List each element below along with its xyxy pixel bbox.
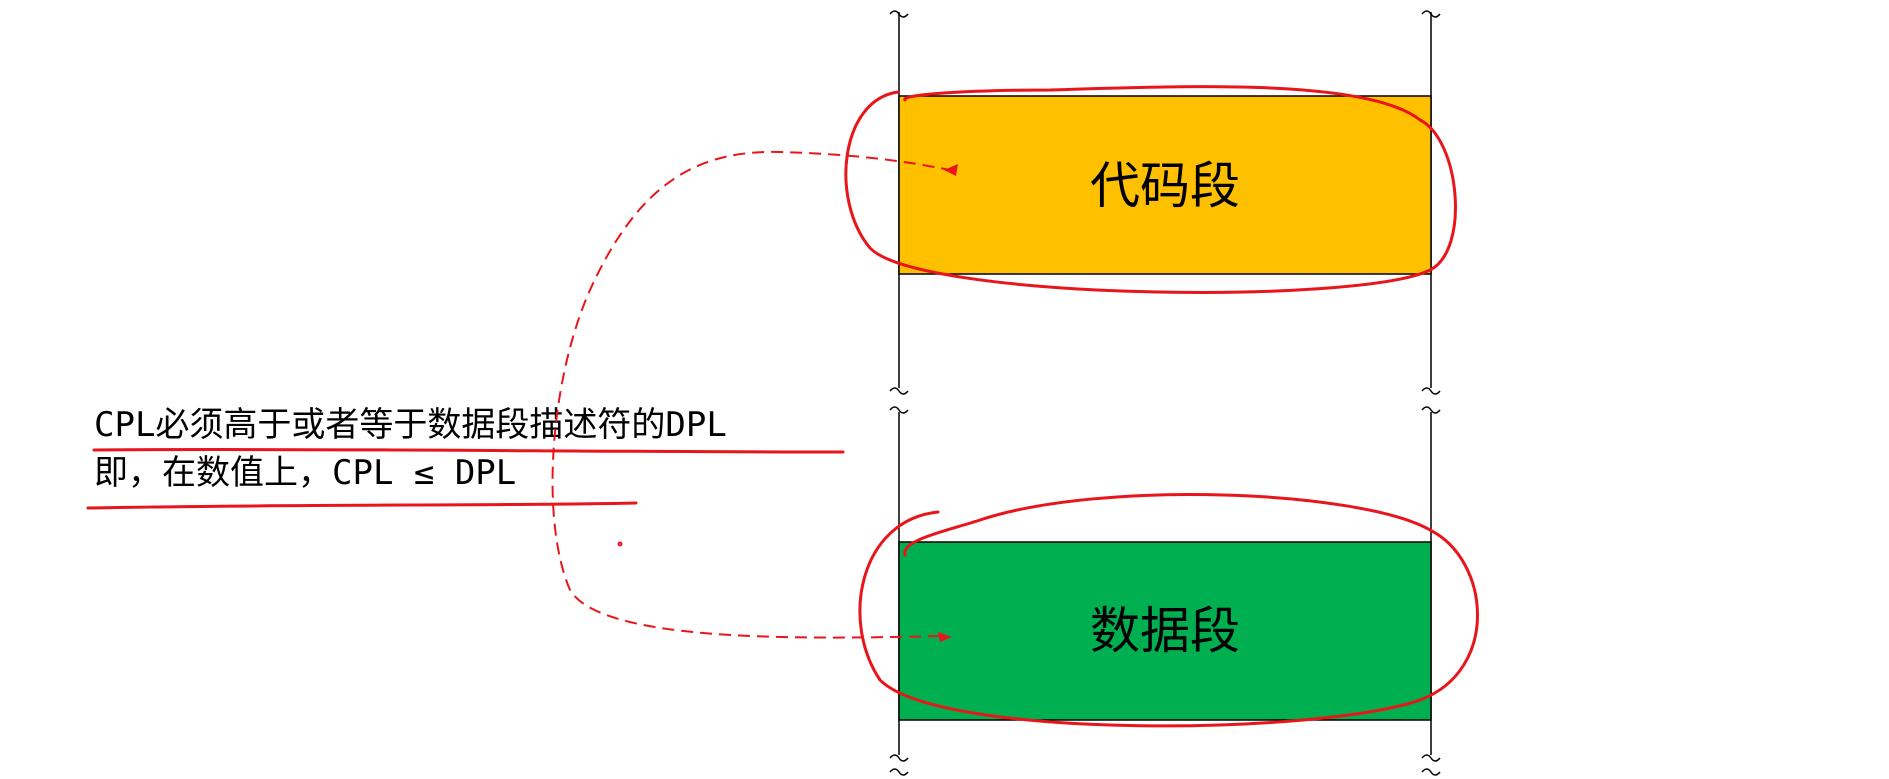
stray-dot — [617, 541, 623, 547]
access-arrow — [551, 150, 951, 639]
break-mark — [889, 387, 909, 395]
code-segment: 代码段 — [898, 95, 1432, 275]
underline-line-1 — [92, 447, 845, 454]
note-line-2: 即，在数值上，CPL ≤ DPL — [94, 453, 516, 493]
break-mark — [1421, 387, 1441, 395]
code-segment-label: 代码段 — [1090, 157, 1240, 215]
note-line-1: CPL必须高于或者等于数据段描述符的DPL — [94, 405, 727, 445]
break-mark — [1421, 754, 1441, 762]
break-mark — [1421, 768, 1441, 776]
break-mark — [889, 768, 909, 776]
arrow-to-code-segment — [551, 150, 951, 639]
data-segment-label: 数据段 — [1090, 602, 1240, 660]
data-segment: 数据段 — [898, 541, 1432, 721]
diagram-canvas: 代码段 数据段 CPL必须高于或者等于数据段描述符的DPL 即，在数值上，CPL… — [86, 10, 1479, 776]
break-mark — [889, 754, 909, 762]
